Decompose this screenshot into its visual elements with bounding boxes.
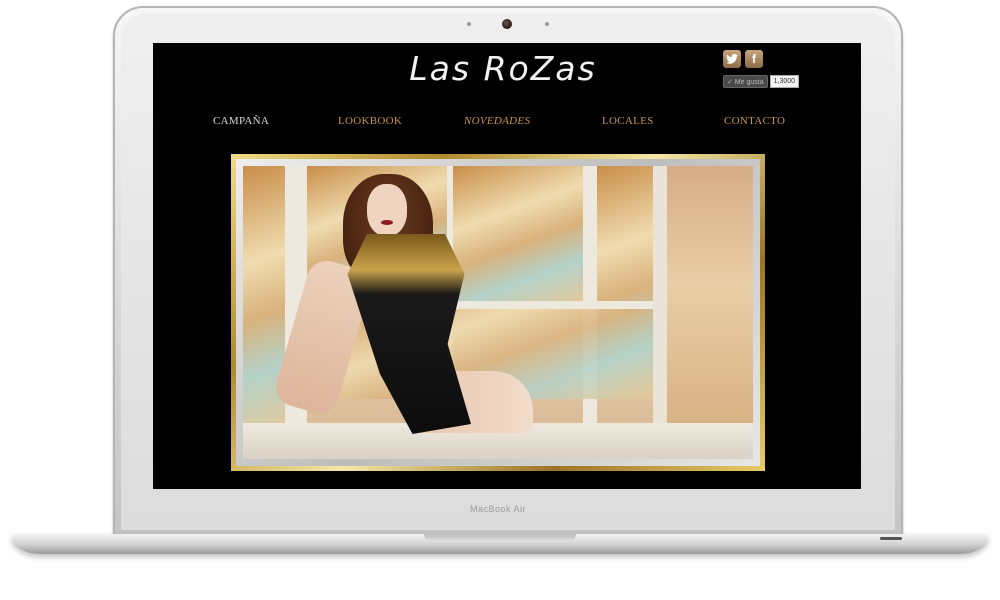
site-logo[interactable]: Las RoZas	[388, 49, 618, 88]
ambient-sensor	[467, 22, 471, 26]
twitter-bird-icon	[726, 54, 738, 64]
like-count: 1,3000	[769, 75, 800, 88]
nav-item-novedades[interactable]: NOVEDADES	[464, 115, 530, 127]
frame-matting	[236, 159, 760, 466]
nav-item-campana[interactable]: CAMPAÑA	[213, 115, 269, 127]
gold-picture-frame	[231, 154, 765, 471]
nav-item-locales[interactable]: LOCALES	[602, 115, 654, 127]
stained-glass-panel	[453, 166, 583, 306]
website-screen: Las RoZas f ✓ Me gusta 1,3000 CAMPAÑA LO…	[153, 43, 861, 489]
model-face	[367, 184, 407, 236]
status-led	[880, 537, 902, 540]
laptop-notch	[424, 534, 576, 542]
hinge-label: MacBook Air	[470, 504, 527, 514]
model-lips	[381, 220, 393, 225]
social-links: f	[723, 50, 763, 68]
window-frame	[653, 166, 667, 459]
ambient-sensor-right	[545, 22, 549, 26]
twitter-icon[interactable]	[723, 50, 741, 68]
like-button[interactable]: ✓ Me gusta	[723, 75, 768, 88]
facebook-icon[interactable]: f	[745, 50, 763, 68]
main-nav: CAMPAÑA LOOKBOOK NOVEDADES LOCALES CONTA…	[153, 115, 861, 133]
nav-item-lookbook[interactable]: LOOKBOOK	[338, 115, 402, 127]
facebook-like-widget: ✓ Me gusta 1,3000	[723, 75, 800, 88]
webcam-icon	[502, 19, 512, 29]
nav-item-contacto[interactable]: CONTACTO	[724, 115, 785, 127]
campaign-photo[interactable]	[243, 166, 753, 459]
frosted-glass	[667, 166, 753, 459]
